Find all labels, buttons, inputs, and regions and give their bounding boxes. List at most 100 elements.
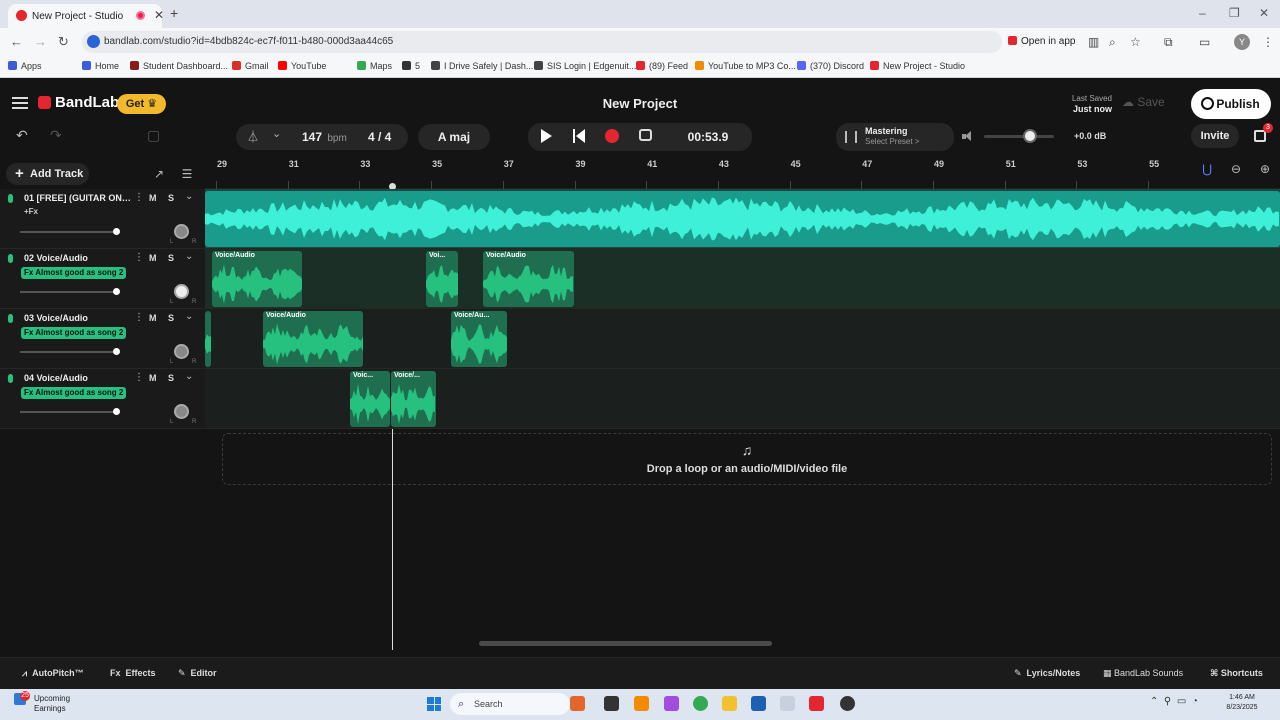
track-volume-knob[interactable] [113, 408, 120, 415]
pan-knob[interactable] [174, 344, 189, 359]
audio-clip[interactable]: Voice/... [391, 371, 436, 427]
bookmark-item[interactable]: Gmail [232, 61, 269, 71]
track-volume-slider[interactable] [20, 231, 118, 233]
maximize-icon[interactable]: ❐ [1229, 6, 1240, 20]
master-volume-slider[interactable] [984, 135, 1054, 138]
track-options-icon[interactable]: ⋮ [134, 252, 144, 263]
bookmark-item[interactable]: (370) Discord [797, 61, 864, 71]
app-icon[interactable] [634, 696, 649, 711]
solo-button[interactable]: S [168, 313, 174, 323]
track-volume-knob[interactable] [113, 228, 120, 235]
menu-icon[interactable] [12, 97, 28, 109]
effects-preset-chip[interactable]: Fx Almost good as song 2 [21, 267, 127, 279]
track-lane[interactable]: Voice/Audio Voice/Au... [205, 309, 1280, 369]
bookmark-item[interactable]: SIS Login | Edgenuit... [534, 61, 636, 71]
metronome-options-icon[interactable]: ⌄ [272, 127, 281, 140]
track-name[interactable]: 01 [FREE] (GUITAR ONE) ... [24, 193, 132, 203]
lyrics-notes-button[interactable]: ✎ Lyrics/Notes [1014, 668, 1080, 679]
project-title[interactable]: New Project [560, 96, 720, 111]
drop-zone[interactable] [222, 433, 1272, 485]
horizontal-scrollbar[interactable] [479, 641, 772, 646]
bookmark-item[interactable]: Apps [8, 61, 42, 71]
close-window-icon[interactable]: ✕ [1259, 6, 1269, 20]
widget-app-icon[interactable] [570, 696, 585, 711]
effects-preset-chip[interactable]: Fx Almost good as song 2 [21, 327, 127, 339]
track-name[interactable]: 04 Voice/Audio [24, 373, 132, 383]
file-explorer-icon[interactable] [722, 696, 737, 711]
time-signature[interactable]: 4 / 4 [368, 130, 391, 144]
cycle-region-icon[interactable]: ▢ [147, 127, 160, 144]
taskbar-search[interactable]: Search [450, 693, 570, 715]
close-tab-icon[interactable]: ✕ [154, 8, 164, 22]
play-button[interactable] [541, 129, 552, 143]
record-button[interactable] [605, 129, 619, 143]
publish-button[interactable]: Publish [1191, 89, 1271, 119]
track-volume-knob[interactable] [113, 348, 120, 355]
expand-track-icon[interactable]: ⌄ [185, 371, 193, 382]
return-to-start-button[interactable] [573, 129, 585, 143]
effects-preset-chip[interactable]: Fx Almost good as song 2 [21, 387, 127, 399]
app-icon-3[interactable] [809, 696, 824, 711]
bookmark-item[interactable]: 5 [402, 61, 420, 71]
track-lane[interactable] [205, 189, 1280, 249]
bookmark-item[interactable]: New Project - Studio [870, 61, 965, 71]
master-volume-icon[interactable] [962, 131, 974, 141]
bookmark-item[interactable]: I Drive Safely | Dash... [431, 61, 533, 71]
solo-button[interactable]: S [168, 193, 174, 203]
open-in-app-button[interactable]: Open in app [1008, 36, 1076, 47]
mute-button[interactable]: M [149, 193, 157, 203]
bookmark-item[interactable]: Home [82, 61, 119, 71]
get-membership-button[interactable]: Get ♛ [117, 94, 166, 114]
automation-icon[interactable]: ↗ [149, 163, 169, 185]
track-header[interactable]: 04 Voice/Audio ⋮ M S ⌄ Fx Almost good as song… [0, 369, 205, 429]
master-volume-knob[interactable] [1023, 129, 1037, 143]
track-header[interactable]: 03 Voice/Audio ⋮ M S ⌄ Fx Almost good as song… [0, 309, 205, 369]
bookmark-item[interactable]: YouTube to MP3 Co... [695, 61, 796, 71]
system-tray[interactable]: ⌃ ⚲ ▭ ◔ [1150, 696, 1198, 707]
undo-icon[interactable]: ↶ [16, 127, 28, 144]
bookmark-item[interactable]: (89) Feed [636, 61, 688, 71]
audio-clip[interactable]: Voice/Au... [451, 311, 507, 367]
audio-clip[interactable]: Voic... [350, 371, 390, 427]
zoom-icon[interactable]: ⌕ [1109, 35, 1116, 50]
pan-knob[interactable] [174, 284, 189, 299]
track-lane[interactable]: Voice/Audio Voi... Voice/Audio [205, 249, 1280, 309]
solo-button[interactable]: S [168, 373, 174, 383]
track-name[interactable]: 03 Voice/Audio [24, 313, 132, 323]
track-header[interactable]: 02 Voice/Audio ⋮ M S ⌄ Fx Almost good as song… [0, 249, 205, 309]
mute-button[interactable]: M [149, 373, 157, 383]
task-view-icon[interactable] [604, 696, 619, 711]
audio-clip[interactable]: Voice/Audio [483, 251, 574, 307]
expand-track-icon[interactable]: ⌄ [185, 191, 193, 202]
minimize-icon[interactable]: – [1199, 6, 1206, 20]
bandlab-sounds-button[interactable]: ▦ BandLab Sounds [1103, 668, 1183, 679]
mute-button[interactable]: M [149, 313, 157, 323]
new-tab-button[interactable]: + [170, 5, 178, 21]
track-options-icon[interactable]: ⋮ [134, 192, 144, 203]
mute-button[interactable]: M [149, 253, 157, 263]
expand-track-icon[interactable]: ⌄ [185, 251, 193, 262]
reading-mode-icon[interactable]: ▥ [1088, 35, 1099, 49]
forward-icon[interactable]: → [34, 34, 47, 49]
zoom-in-icon[interactable]: ⊕ [1257, 162, 1273, 180]
audio-clip[interactable]: Voice/Audio [212, 251, 302, 307]
windows-start-icon[interactable] [427, 697, 441, 711]
effects-button[interactable]: Fx Effects [110, 668, 156, 678]
track-header[interactable]: 01 [FREE] (GUITAR ONE) ... ⋮ M S ⌄ +Fx L R [0, 189, 205, 249]
bookmark-item[interactable]: Maps [357, 61, 392, 71]
invite-button[interactable]: Invite [1191, 124, 1239, 148]
redo-icon[interactable]: ↷ [50, 127, 62, 144]
copilot-icon[interactable] [664, 696, 679, 711]
profile-avatar[interactable]: Y [1234, 34, 1250, 50]
audio-clip[interactable] [205, 191, 1280, 247]
mixer-icon[interactable]: ☰ [177, 163, 197, 185]
app-icon-4[interactable] [840, 696, 855, 711]
bpm-field[interactable]: 147 bpm [302, 130, 347, 144]
add-track-button[interactable]: Add Track [6, 163, 89, 185]
audio-clip[interactable] [205, 311, 211, 367]
track-volume-slider[interactable] [20, 411, 118, 413]
loop-button[interactable] [639, 129, 652, 141]
autopitch-button[interactable]: ⩘ AutoPitch™ [22, 668, 84, 679]
editor-button[interactable]: ✎ Editor [178, 668, 217, 679]
metronome-icon[interactable]: ⏃ [247, 128, 259, 145]
